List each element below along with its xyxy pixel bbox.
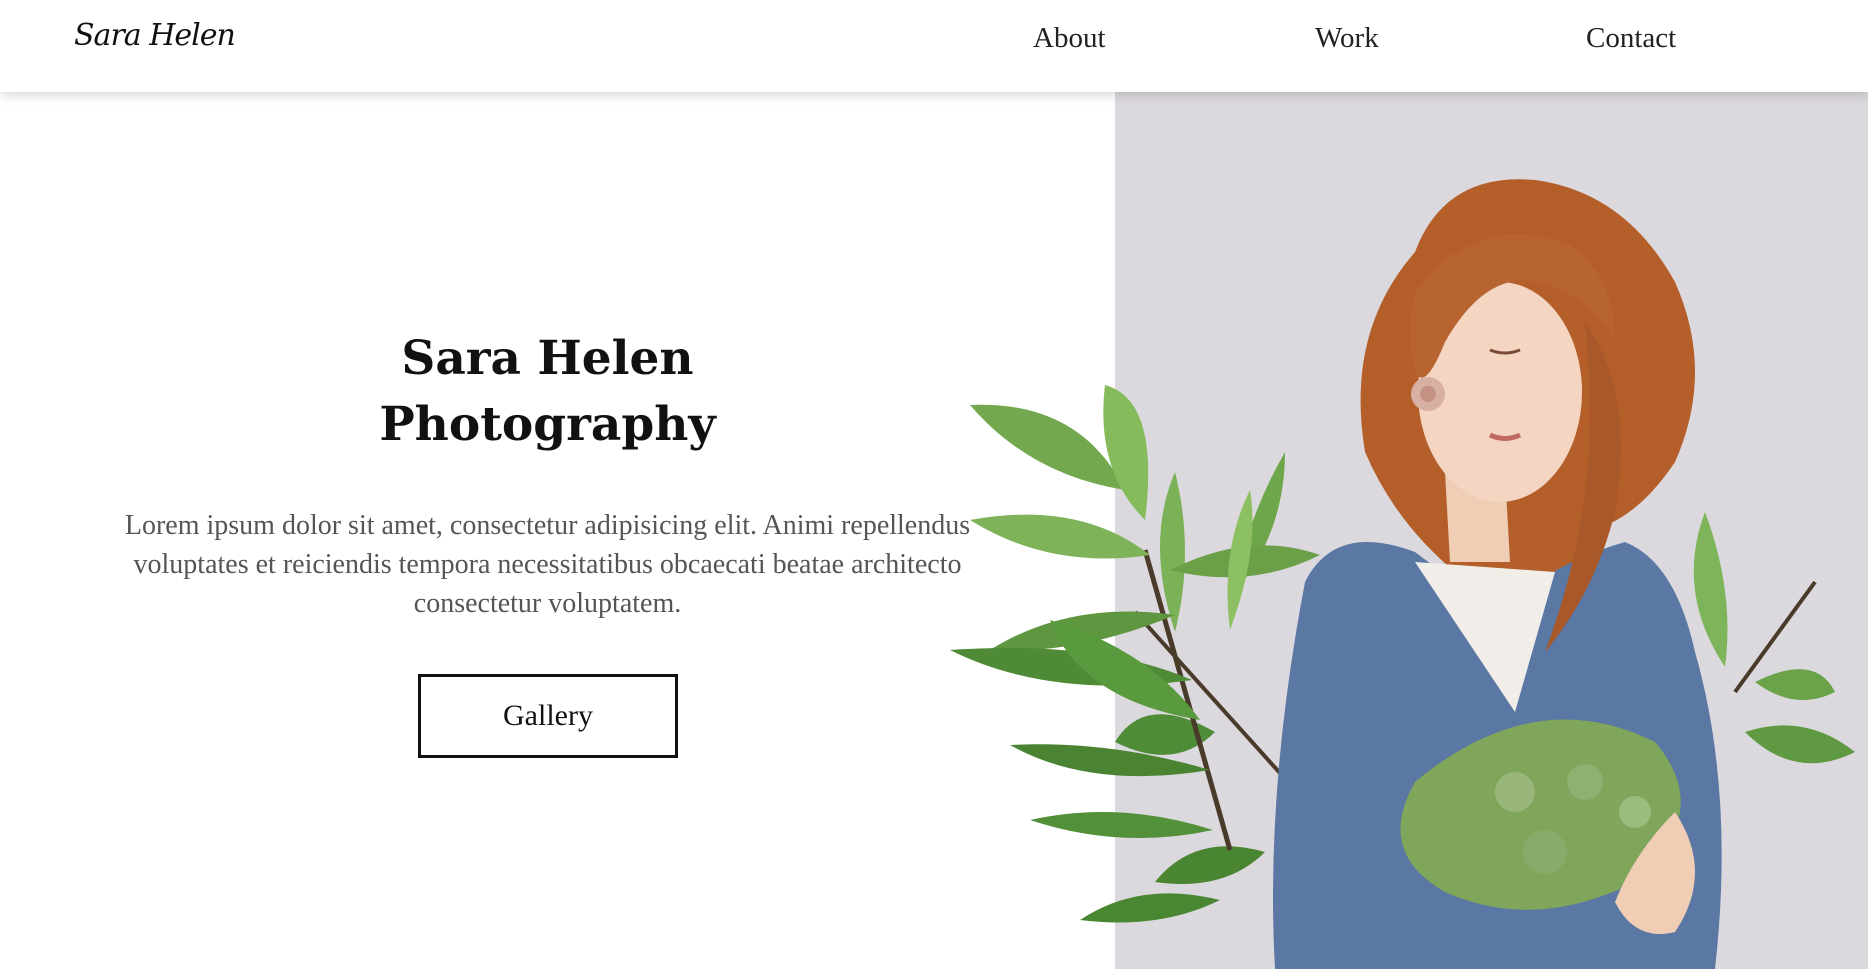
site-logo[interactable]: Sara Helen: [74, 18, 236, 53]
gallery-button[interactable]: Gallery: [418, 674, 678, 758]
nav-link-about[interactable]: About: [1033, 22, 1106, 55]
nav-link-work[interactable]: Work: [1315, 22, 1379, 55]
navbar: Sara Helen About Work Contact: [0, 0, 1868, 92]
nav-link-contact[interactable]: Contact: [1586, 22, 1676, 55]
hero-description: Lorem ipsum dolor sit amet, consectetur …: [124, 510, 971, 619]
plant-leaves-image: [950, 385, 1320, 923]
